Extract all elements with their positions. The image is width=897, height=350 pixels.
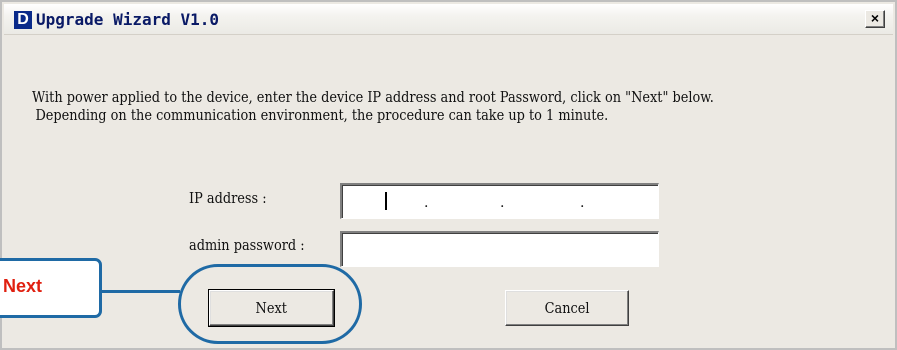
ip-address-label: IP address : (189, 189, 267, 207)
instruction-text: With power applied to the device, enter … (32, 88, 714, 124)
ip-address-input[interactable]: . . . (340, 183, 659, 219)
ip-separator-dot: . (424, 195, 429, 211)
callout-connector (102, 290, 180, 293)
cancel-button[interactable]: Cancel (505, 290, 629, 326)
title-bar: D Upgrade Wizard V1.0 × (4, 4, 893, 35)
close-button[interactable]: × (865, 10, 885, 28)
cancel-button-label: Cancel (544, 299, 590, 317)
callout-label-box: Next (0, 258, 102, 318)
text-caret (385, 192, 387, 210)
ip-separator-dot: . (580, 195, 585, 211)
callout-highlight-ring (178, 264, 362, 344)
window-title: Upgrade Wizard V1.0 (36, 10, 220, 29)
admin-password-input[interactable] (340, 231, 659, 267)
callout-label: Next (3, 276, 43, 296)
instruction-line-1: With power applied to the device, enter … (32, 88, 714, 106)
instruction-line-2: Depending on the communication environme… (35, 106, 609, 124)
admin-password-label: admin password : (189, 236, 305, 254)
upgrade-wizard-window: D Upgrade Wizard V1.0 × With power appli… (0, 0, 897, 350)
dlink-logo-icon: D (14, 11, 32, 29)
ip-separator-dot: . (500, 195, 505, 211)
